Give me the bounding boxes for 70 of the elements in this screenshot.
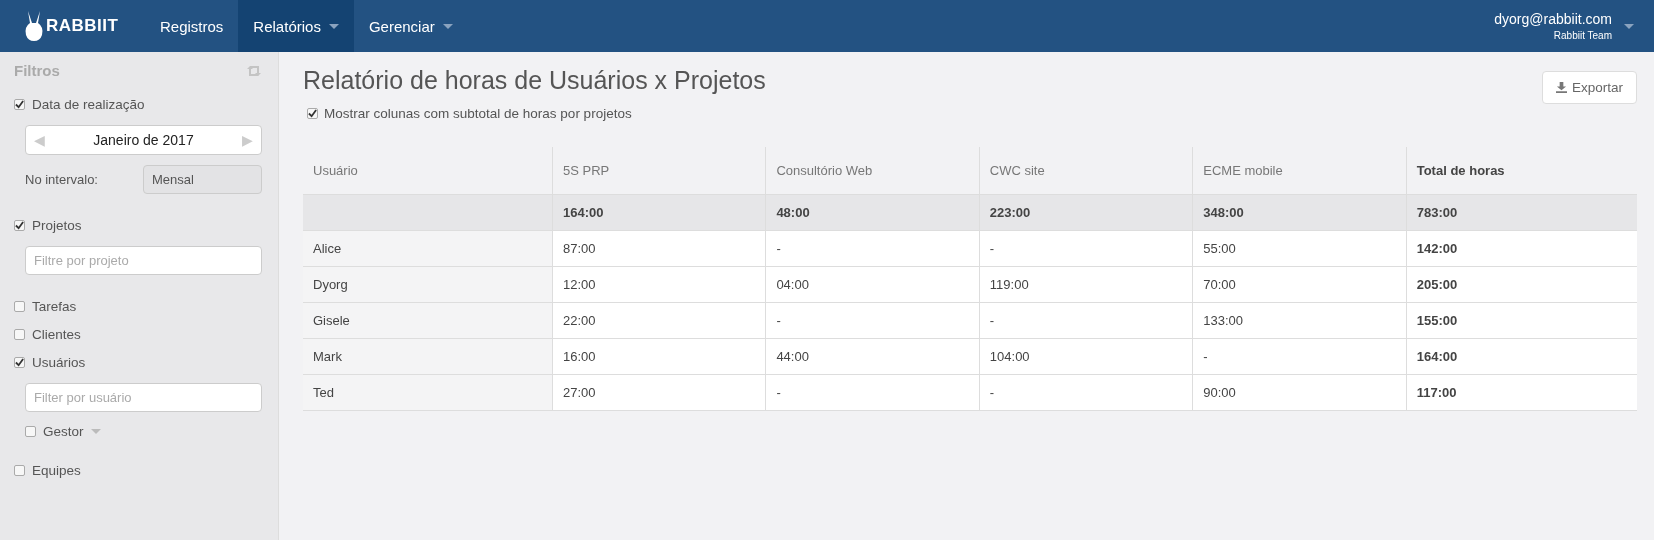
interval-select[interactable]: Mensal bbox=[143, 165, 262, 194]
filter-label: Data de realização bbox=[32, 97, 145, 112]
table-cell: 133:00 bbox=[1192, 302, 1407, 338]
table-cell: - bbox=[765, 374, 980, 410]
table-cell: Ted bbox=[303, 374, 553, 410]
filter-label: Clientes bbox=[32, 327, 81, 342]
table-cell: 348:00 bbox=[1192, 194, 1407, 230]
caret-icon[interactable] bbox=[1624, 23, 1634, 29]
nav-tab[interactable]: Relatórios bbox=[238, 0, 354, 52]
table-cell: 104:00 bbox=[979, 338, 1193, 374]
table-cell: 117:00 bbox=[1406, 374, 1637, 410]
table-cell: Mark bbox=[303, 338, 553, 374]
sidebar-title: Filtros bbox=[14, 62, 60, 79]
filter-label: Tarefas bbox=[32, 299, 77, 314]
table-cell: 164:00 bbox=[552, 194, 766, 230]
table-cell: 48:00 bbox=[765, 194, 980, 230]
period-label: Janeiro de 2017 bbox=[93, 132, 194, 148]
checkbox[interactable] bbox=[14, 220, 25, 231]
table-cell: Dyorg bbox=[303, 266, 553, 302]
table-cell: 142:00 bbox=[1406, 230, 1637, 266]
table-cell: 205:00 bbox=[1406, 266, 1637, 302]
rabbit-icon bbox=[24, 11, 44, 41]
table-cell: 87:00 bbox=[552, 230, 766, 266]
table-cell: - bbox=[979, 374, 1193, 410]
table-cell: 44:00 bbox=[765, 338, 980, 374]
filter-input[interactable]: Filtre por projeto bbox=[25, 246, 262, 275]
column-header: Usuário bbox=[303, 147, 553, 194]
user-email[interactable]: dyorg@rabbiit.com bbox=[1494, 11, 1612, 27]
table-cell: Alice bbox=[303, 230, 553, 266]
page-title: Relatório de horas de Usuários x Projetos bbox=[303, 66, 766, 95]
table-cell: 22:00 bbox=[552, 302, 766, 338]
table-cell: 164:00 bbox=[1406, 338, 1637, 374]
export-button[interactable]: Exportar bbox=[1541, 71, 1637, 104]
table-cell: - bbox=[1192, 338, 1407, 374]
logo-text: RABBIIT bbox=[46, 16, 119, 36]
interval-label: No intervalo: bbox=[25, 172, 98, 187]
filter-input[interactable]: Filter por usuário bbox=[25, 383, 262, 412]
filter-label: Equipes bbox=[32, 463, 81, 478]
checkbox[interactable] bbox=[14, 301, 25, 312]
table-cell: 155:00 bbox=[1406, 302, 1637, 338]
table-cell: 223:00 bbox=[979, 194, 1193, 230]
checkbox[interactable] bbox=[14, 357, 25, 368]
table-cell: 04:00 bbox=[765, 266, 980, 302]
table-cell: - bbox=[765, 302, 980, 338]
checkbox[interactable] bbox=[25, 426, 36, 437]
table-cell: 55:00 bbox=[1192, 230, 1407, 266]
user-team: Rabbiit Team bbox=[1553, 30, 1612, 41]
checkbox[interactable] bbox=[14, 99, 25, 110]
nav-tab[interactable]: Registros bbox=[145, 0, 239, 52]
table-cell: - bbox=[765, 230, 980, 266]
table-cell: 90:00 bbox=[1192, 374, 1407, 410]
table-cell: 12:00 bbox=[552, 266, 766, 302]
table-cell: 16:00 bbox=[552, 338, 766, 374]
checkbox[interactable] bbox=[14, 329, 25, 340]
checkbox[interactable] bbox=[14, 465, 25, 476]
nav-tab[interactable]: Gerenciar bbox=[353, 0, 468, 52]
filter-label: Gestor bbox=[43, 424, 84, 439]
table-cell: 783:00 bbox=[1406, 194, 1637, 230]
download-icon bbox=[1555, 82, 1567, 93]
checkbox[interactable] bbox=[307, 108, 318, 119]
table-cell: - bbox=[979, 230, 1193, 266]
filter-label: Usuários bbox=[32, 355, 86, 370]
caret-icon[interactable] bbox=[90, 429, 101, 434]
table-cell: 70:00 bbox=[1192, 266, 1407, 302]
option-label: Mostrar colunas com subtotal de horas por projetos bbox=[324, 106, 632, 121]
table-cell: 27:00 bbox=[552, 374, 766, 410]
table-cell: Gisele bbox=[303, 302, 553, 338]
table-cell: - bbox=[979, 302, 1193, 338]
table-cell: 119:00 bbox=[979, 266, 1193, 302]
filter-label: Projetos bbox=[32, 218, 82, 233]
